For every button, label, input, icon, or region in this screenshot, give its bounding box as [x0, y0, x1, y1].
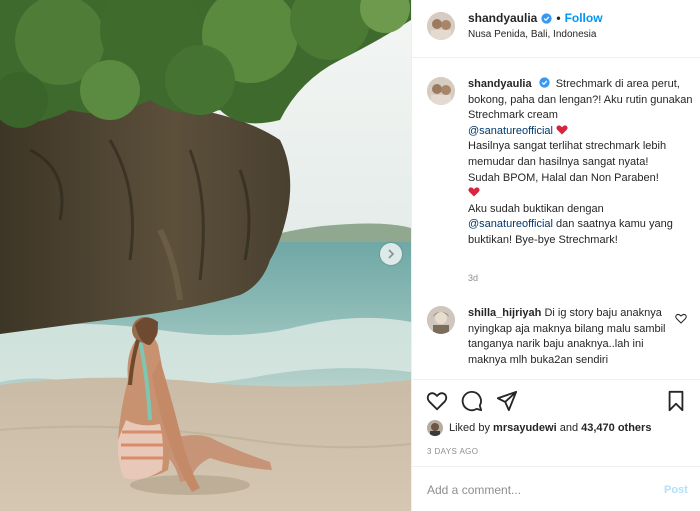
- chevron-right-icon: [388, 249, 395, 259]
- bookmark-icon[interactable]: [665, 390, 687, 412]
- heart-icon[interactable]: [426, 390, 448, 412]
- separator-dot: •: [556, 11, 561, 25]
- avatar[interactable]: [427, 77, 455, 105]
- verified-badge-icon: [539, 77, 550, 88]
- caption-line: Sudah BPOM, Halal dan Non Paraben!: [468, 171, 659, 184]
- caption-line: Hasilnya sangat terlihat strechmark lebi…: [468, 140, 667, 168]
- header-user-row: shandyaulia • Follow: [468, 11, 603, 25]
- comment-text: shilla_hijriyah Di ig story baju anaknya…: [468, 306, 668, 368]
- caption-timestamp[interactable]: 3d: [468, 273, 478, 283]
- likes-count[interactable]: 43,470 others: [581, 422, 651, 434]
- instagram-post: shandyaulia • Follow Nusa Penida, Bali, …: [0, 0, 700, 511]
- mention-link[interactable]: @sanatureofficial: [468, 125, 553, 137]
- post-actions: Liked by mrsayudewi and 43,470 others 3 …: [412, 379, 700, 465]
- comments-list[interactable]: shandyaulia Strechmark di area perut, bo…: [412, 59, 700, 379]
- avatar[interactable]: [427, 306, 455, 334]
- comment-input[interactable]: [427, 480, 647, 500]
- post-header: shandyaulia • Follow Nusa Penida, Bali, …: [412, 0, 700, 58]
- red-heart-emoji-icon: [468, 187, 480, 197]
- username-link[interactable]: shandyaulia: [468, 11, 537, 25]
- post-side-panel: shandyaulia • Follow Nusa Penida, Bali, …: [411, 0, 700, 511]
- post-photo[interactable]: [0, 0, 411, 511]
- liked-by-connector: and: [559, 422, 579, 434]
- red-heart-emoji-icon: [556, 125, 568, 135]
- share-icon[interactable]: [496, 390, 518, 412]
- follow-button[interactable]: Follow: [565, 11, 603, 25]
- liked-by-prefix: Liked by: [449, 422, 490, 434]
- verified-badge-icon: [541, 12, 552, 24]
- caption-line: Aku sudah buktikan dengan: [468, 202, 604, 215]
- comment-username[interactable]: shilla_hijriyah: [468, 307, 541, 319]
- liker-username[interactable]: mrsayudewi: [493, 422, 557, 434]
- next-photo-button[interactable]: [380, 243, 402, 265]
- post-comment-button[interactable]: Post: [664, 484, 688, 496]
- likes-summary: Liked by mrsayudewi and 43,470 others: [427, 420, 651, 436]
- mention-link[interactable]: @sanatureofficial: [468, 218, 553, 230]
- comment-icon[interactable]: [461, 390, 483, 412]
- liker-avatar[interactable]: [427, 420, 443, 436]
- add-comment-bar: Post: [412, 466, 700, 511]
- location-link[interactable]: Nusa Penida, Bali, Indonesia: [468, 29, 596, 40]
- post-date[interactable]: 3 DAYS AGO: [427, 447, 478, 456]
- caption-username[interactable]: shandyaulia: [468, 78, 532, 90]
- beach-photo-image: [0, 0, 411, 511]
- heart-outline-icon[interactable]: [675, 313, 687, 324]
- caption-text: shandyaulia Strechmark di area perut, bo…: [468, 77, 693, 249]
- avatar[interactable]: [427, 12, 455, 40]
